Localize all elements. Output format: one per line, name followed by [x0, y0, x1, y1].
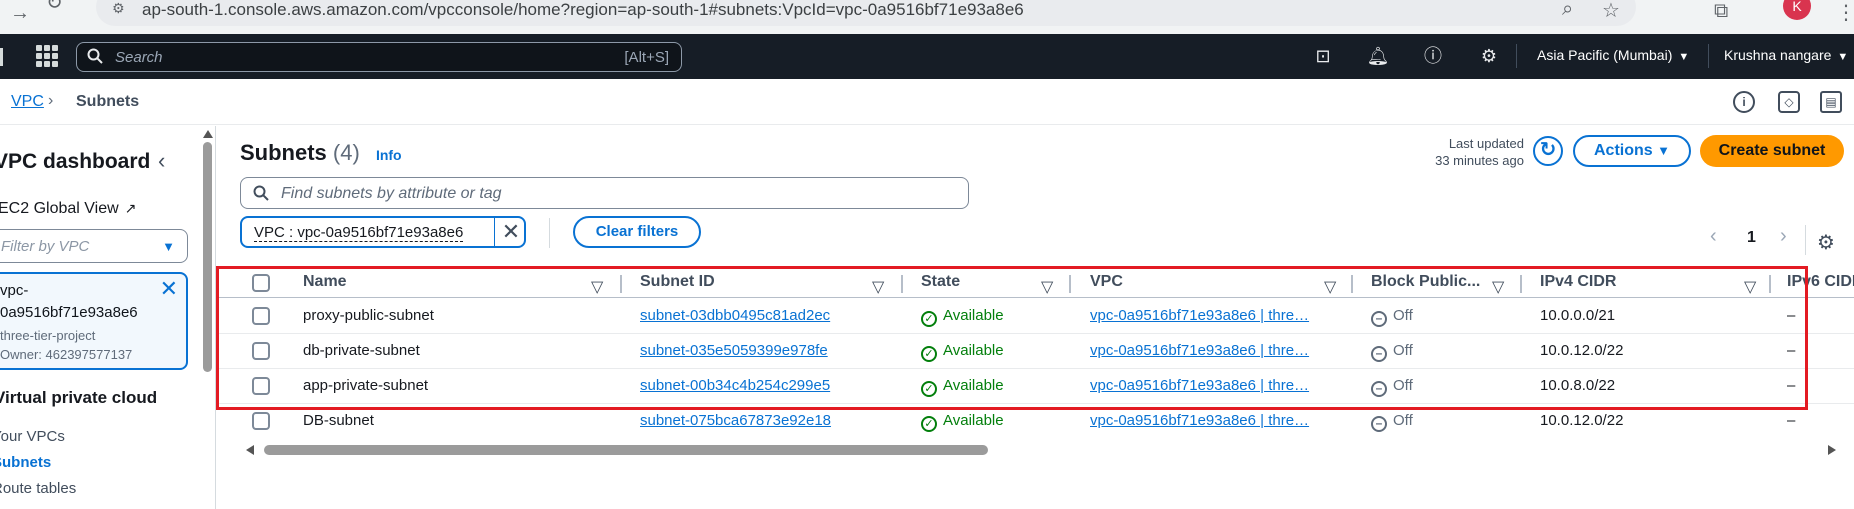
- last-updated: Last updated 33 minutes ago: [1400, 135, 1524, 169]
- create-subnet-button[interactable]: Create subnet: [1700, 135, 1844, 167]
- caret-down-icon: ▼: [1657, 143, 1670, 158]
- nav-divider: [1708, 44, 1709, 68]
- sidebar-item-route-tables[interactable]: Route tables: [0, 480, 76, 497]
- notifications-bell-icon[interactable]: 🔔︎: [1365, 43, 1391, 69]
- subnet-search-input[interactable]: Find subnets by attribute or tag: [240, 177, 969, 209]
- page-number[interactable]: 1: [1747, 229, 1756, 247]
- global-search-input[interactable]: Search [Alt+S]: [76, 42, 682, 72]
- breadcrumb-current: Subnets: [76, 93, 140, 110]
- side-navigation: VPC dashboard ‹ EC2 Global View ↗ Filter …: [0, 126, 216, 509]
- token-divider: [494, 218, 495, 246]
- sidebar-item-your-vpcs[interactable]: Your VPCs: [0, 428, 65, 445]
- sidebar-scrollbar[interactable]: [202, 126, 214, 509]
- vpc-filter-token: VPC : vpc-0a9516bf71e93a8e6 ✕: [240, 216, 526, 248]
- account-menu[interactable]: Krushna nangare ▼: [1724, 47, 1848, 63]
- aws-top-nav: Search [Alt+S] ⊡ 🔔︎ ⓘ ⚙ Asia Pacific (Mu…: [0, 34, 1854, 79]
- notification-panel-icon[interactable]: ◇: [1778, 91, 1800, 113]
- filter-divider: [549, 218, 550, 248]
- clear-filters-button[interactable]: Clear filters: [573, 216, 701, 248]
- state-available: ✓ Available: [921, 412, 1004, 432]
- extensions-icon[interactable]: ⧉: [1714, 0, 1728, 23]
- info-link[interactable]: Info: [376, 147, 402, 163]
- subnet-name: DB-subnet: [303, 412, 374, 429]
- actions-button[interactable]: Actions ▼: [1573, 135, 1691, 167]
- aws-logo-edge[interactable]: [0, 48, 3, 66]
- vpc-card-id-line1: vpc-: [0, 282, 29, 299]
- scroll-up-arrow-icon[interactable]: [203, 130, 213, 138]
- search-placeholder: Find subnets by attribute or tag: [281, 185, 502, 202]
- refresh-button[interactable]: ↻: [1533, 136, 1563, 166]
- last-updated-label: Last updated: [1448, 136, 1524, 151]
- table-horizontal-scrollbar[interactable]: [246, 443, 1836, 457]
- table-preferences-gear-icon[interactable]: ⚙: [1817, 230, 1835, 255]
- scroll-right-arrow-icon[interactable]: [1828, 445, 1836, 455]
- selected-vpc-card: vpc- 0a9516bf71e93a8e6 three-tier-projec…: [0, 272, 188, 370]
- refresh-icon: ↻: [1539, 139, 1557, 161]
- sidebar-item-subnets[interactable]: Subnets: [0, 454, 51, 471]
- next-page-icon[interactable]: ›: [1780, 225, 1787, 248]
- pagination-divider: [1805, 225, 1806, 255]
- reload-icon[interactable]: ↻: [46, 0, 63, 15]
- off-status-icon: –: [1371, 416, 1387, 432]
- search-placeholder: Search: [115, 49, 163, 66]
- tools-panel-icon[interactable]: ▤: [1820, 91, 1842, 113]
- row-checkbox[interactable]: [252, 412, 270, 430]
- search-shortcut: [Alt+S]: [624, 49, 669, 66]
- breadcrumb-vpc-link[interactable]: VPC: [11, 93, 44, 111]
- success-check-icon: ✓: [921, 416, 937, 432]
- remove-filter-icon[interactable]: ✕: [498, 219, 524, 245]
- bookmark-star-icon[interactable]: ☆: [1602, 0, 1620, 23]
- chevron-right-icon: ›: [48, 92, 54, 109]
- block-public-status: – Off: [1371, 412, 1413, 432]
- last-updated-time: 33 minutes ago: [1435, 153, 1524, 168]
- settings-gear-icon[interactable]: ⚙: [1476, 43, 1502, 69]
- caret-down-icon: ▼: [162, 239, 175, 254]
- scrollbar-thumb[interactable]: [264, 445, 988, 455]
- region-selector[interactable]: Asia Pacific (Mumbai) ▼: [1537, 47, 1689, 63]
- browser-menu-icon[interactable]: ⋮: [1836, 0, 1854, 25]
- filter-token-text[interactable]: VPC : vpc-0a9516bf71e93a8e6: [254, 224, 464, 242]
- search-icon: [87, 48, 103, 64]
- vpc-link[interactable]: vpc-0a9516bf71e93a8e6 | thre…: [1090, 412, 1309, 429]
- search-icon: [253, 185, 269, 201]
- clear-vpc-filter-icon[interactable]: ✕: [160, 276, 178, 302]
- vpc-card-name: three-tier-project: [0, 328, 96, 343]
- caret-down-icon: ▼: [1678, 51, 1690, 63]
- profile-avatar[interactable]: K: [1783, 0, 1811, 20]
- breadcrumb: VPC › Subnets i ◇ ▤: [0, 79, 1854, 125]
- help-icon[interactable]: ⓘ: [1420, 43, 1446, 69]
- address-bar[interactable]: ⚙ ap-south-1.console.aws.amazon.com/vpcc…: [96, 0, 1636, 26]
- page-title-text: Subnets: [240, 140, 327, 165]
- annotation-highlight-box: [216, 266, 1808, 410]
- subnet-id-link[interactable]: subnet-075bca67873e92e18: [640, 412, 831, 429]
- forward-arrow-icon[interactable]: →: [10, 2, 30, 25]
- scrollbar-thumb[interactable]: [203, 142, 212, 372]
- caret-down-icon: ▼: [1837, 51, 1849, 63]
- scroll-left-arrow-icon[interactable]: [246, 445, 254, 455]
- url-text[interactable]: ap-south-1.console.aws.amazon.com/vpccon…: [142, 0, 1024, 20]
- sidebar-section-vpc: Virtual private cloud: [0, 388, 158, 407]
- browser-toolbar: → ↻ ⚙ ap-south-1.console.aws.amazon.com/…: [0, 0, 1854, 34]
- vpc-card-id-line2: 0a9516bf71e93a8e6: [0, 304, 138, 321]
- info-panel-icon[interactable]: i: [1733, 91, 1755, 113]
- site-info-icon[interactable]: ⚙: [112, 0, 125, 17]
- zoom-icon[interactable]: ⌕: [1562, 0, 1573, 21]
- collapse-sidebar-icon[interactable]: ‹: [158, 148, 165, 174]
- cloudshell-icon[interactable]: ⊡: [1310, 43, 1336, 69]
- ipv4-cidr: 10.0.12.0/22: [1540, 412, 1624, 429]
- global-view-link[interactable]: EC2 Global View ↗: [0, 200, 136, 218]
- services-grid-icon[interactable]: [36, 45, 58, 67]
- subnet-count: (4): [332, 140, 360, 165]
- vpc-filter-placeholder: Filter by VPC: [1, 238, 90, 255]
- sidebar-title[interactable]: VPC dashboard: [0, 150, 150, 174]
- ipv6-cidr: –: [1787, 412, 1796, 429]
- page-title: Subnets (4) Info: [240, 140, 402, 166]
- nav-divider: [1516, 44, 1517, 68]
- vpc-filter-select[interactable]: Filter by VPC ▼: [0, 229, 188, 263]
- external-link-icon: ↗: [124, 200, 137, 216]
- vpc-card-owner: Owner: 462397577137: [0, 347, 133, 362]
- prev-page-icon[interactable]: ‹: [1710, 225, 1717, 248]
